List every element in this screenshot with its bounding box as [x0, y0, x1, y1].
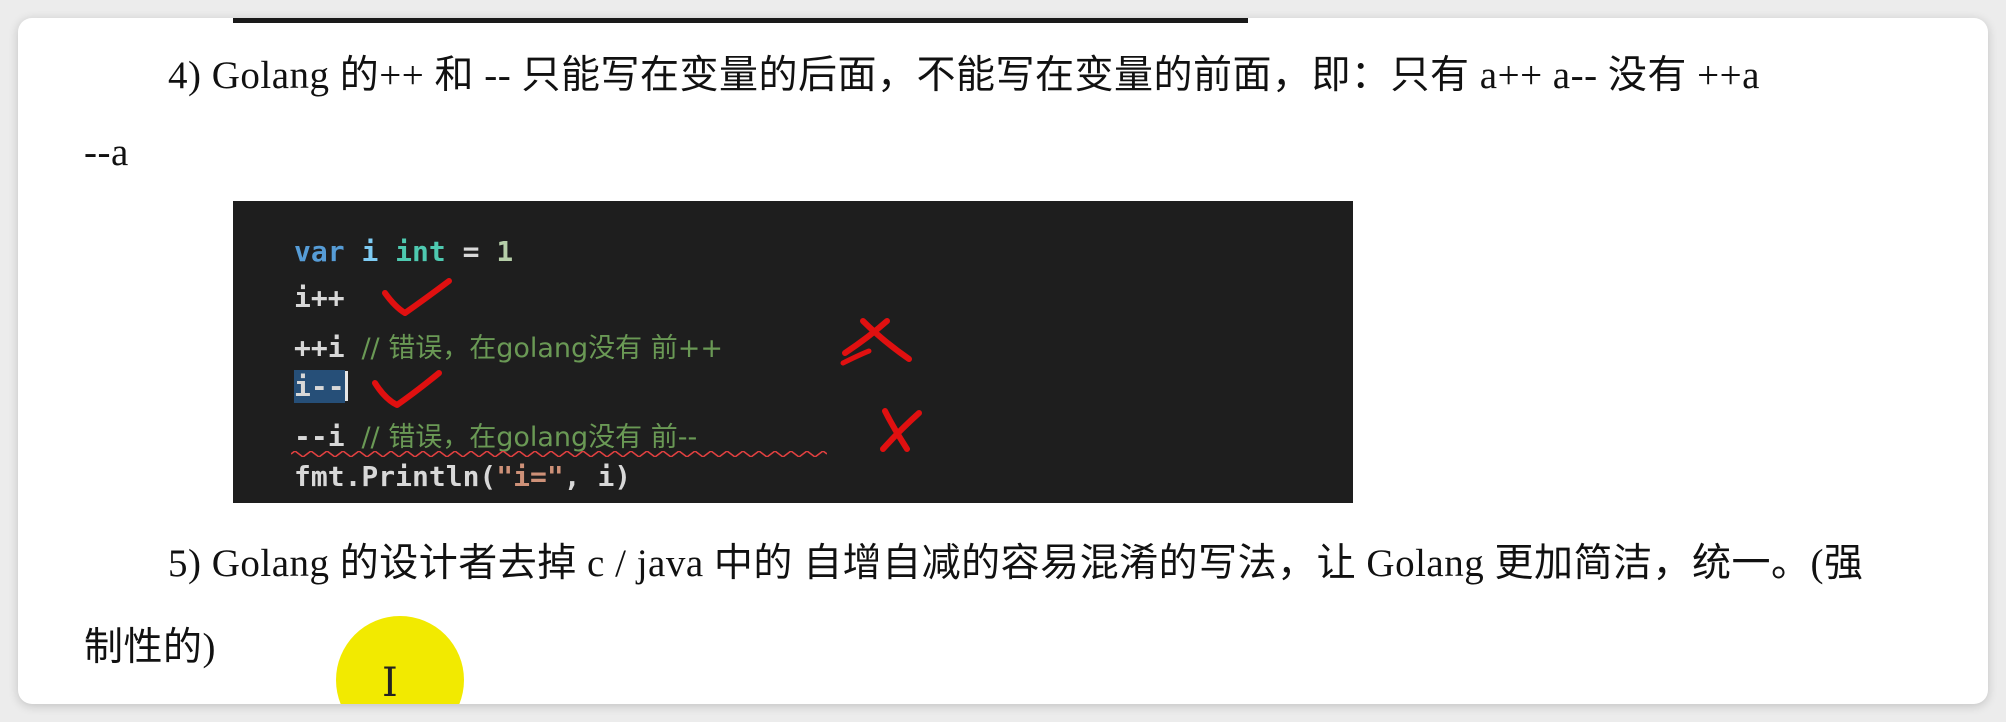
- paragraph-4-line-2: --a: [84, 131, 129, 174]
- code-line-5: --i // 错误，在golang没有 前--: [294, 415, 697, 454]
- cross-mark-icon-1: [840, 318, 912, 366]
- document-page: 4) Golang 的++ 和 -- 只能写在变量的后面，不能写在变量的前面，即…: [18, 18, 1988, 704]
- code-type-int: int: [395, 235, 446, 268]
- code-comment-pre-increment: // 错误，在golang没有 前++: [361, 333, 723, 364]
- code-block: var i int = 1 i++ ++i // 错误，在golang没有 前+…: [233, 201, 1353, 503]
- code-line-2: i++: [294, 281, 345, 314]
- code-number-1: 1: [496, 235, 514, 268]
- top-divider: [233, 18, 1248, 23]
- ibeam-cursor-icon: I: [382, 660, 398, 704]
- code-line-1: var i int = 1: [294, 235, 513, 268]
- code-selected-decrement[interactable]: i--: [294, 370, 345, 403]
- text-cursor: [344, 371, 348, 401]
- cursor-highlight-circle: [336, 616, 464, 704]
- code-line-3: ++i // 错误，在golang没有 前++: [294, 326, 723, 365]
- code-identifier-i: i: [361, 235, 379, 268]
- code-pre-decrement: --i: [294, 420, 345, 453]
- check-mark-icon-2: [372, 370, 442, 408]
- code-line-6: fmt.Println("i=", i): [294, 460, 631, 493]
- code-println-call: fmt.Println(: [294, 460, 497, 493]
- check-mark-icon-1: [382, 278, 452, 316]
- paragraph-5-line-1: 5) Golang 的设计者去掉 c / java 中的 自增自减的容易混淆的写…: [168, 542, 1864, 585]
- paragraph-4-line-1: 4) Golang 的++ 和 -- 只能写在变量的后面，不能写在变量的前面，即…: [168, 54, 1760, 97]
- cross-mark-icon-2: [880, 408, 922, 452]
- code-line-4: i--: [294, 370, 348, 403]
- code-assign-op: =: [445, 235, 497, 268]
- paragraph-5-line-2: 制性的): [84, 626, 216, 669]
- code-string-literal: "i=": [496, 460, 564, 493]
- code-pre-increment: ++i: [294, 331, 345, 364]
- code-println-args: , i): [563, 460, 632, 493]
- code-keyword-var: var: [294, 235, 345, 268]
- error-squiggle: [291, 451, 827, 457]
- code-comment-pre-decrement: // 错误，在golang没有 前--: [361, 422, 698, 453]
